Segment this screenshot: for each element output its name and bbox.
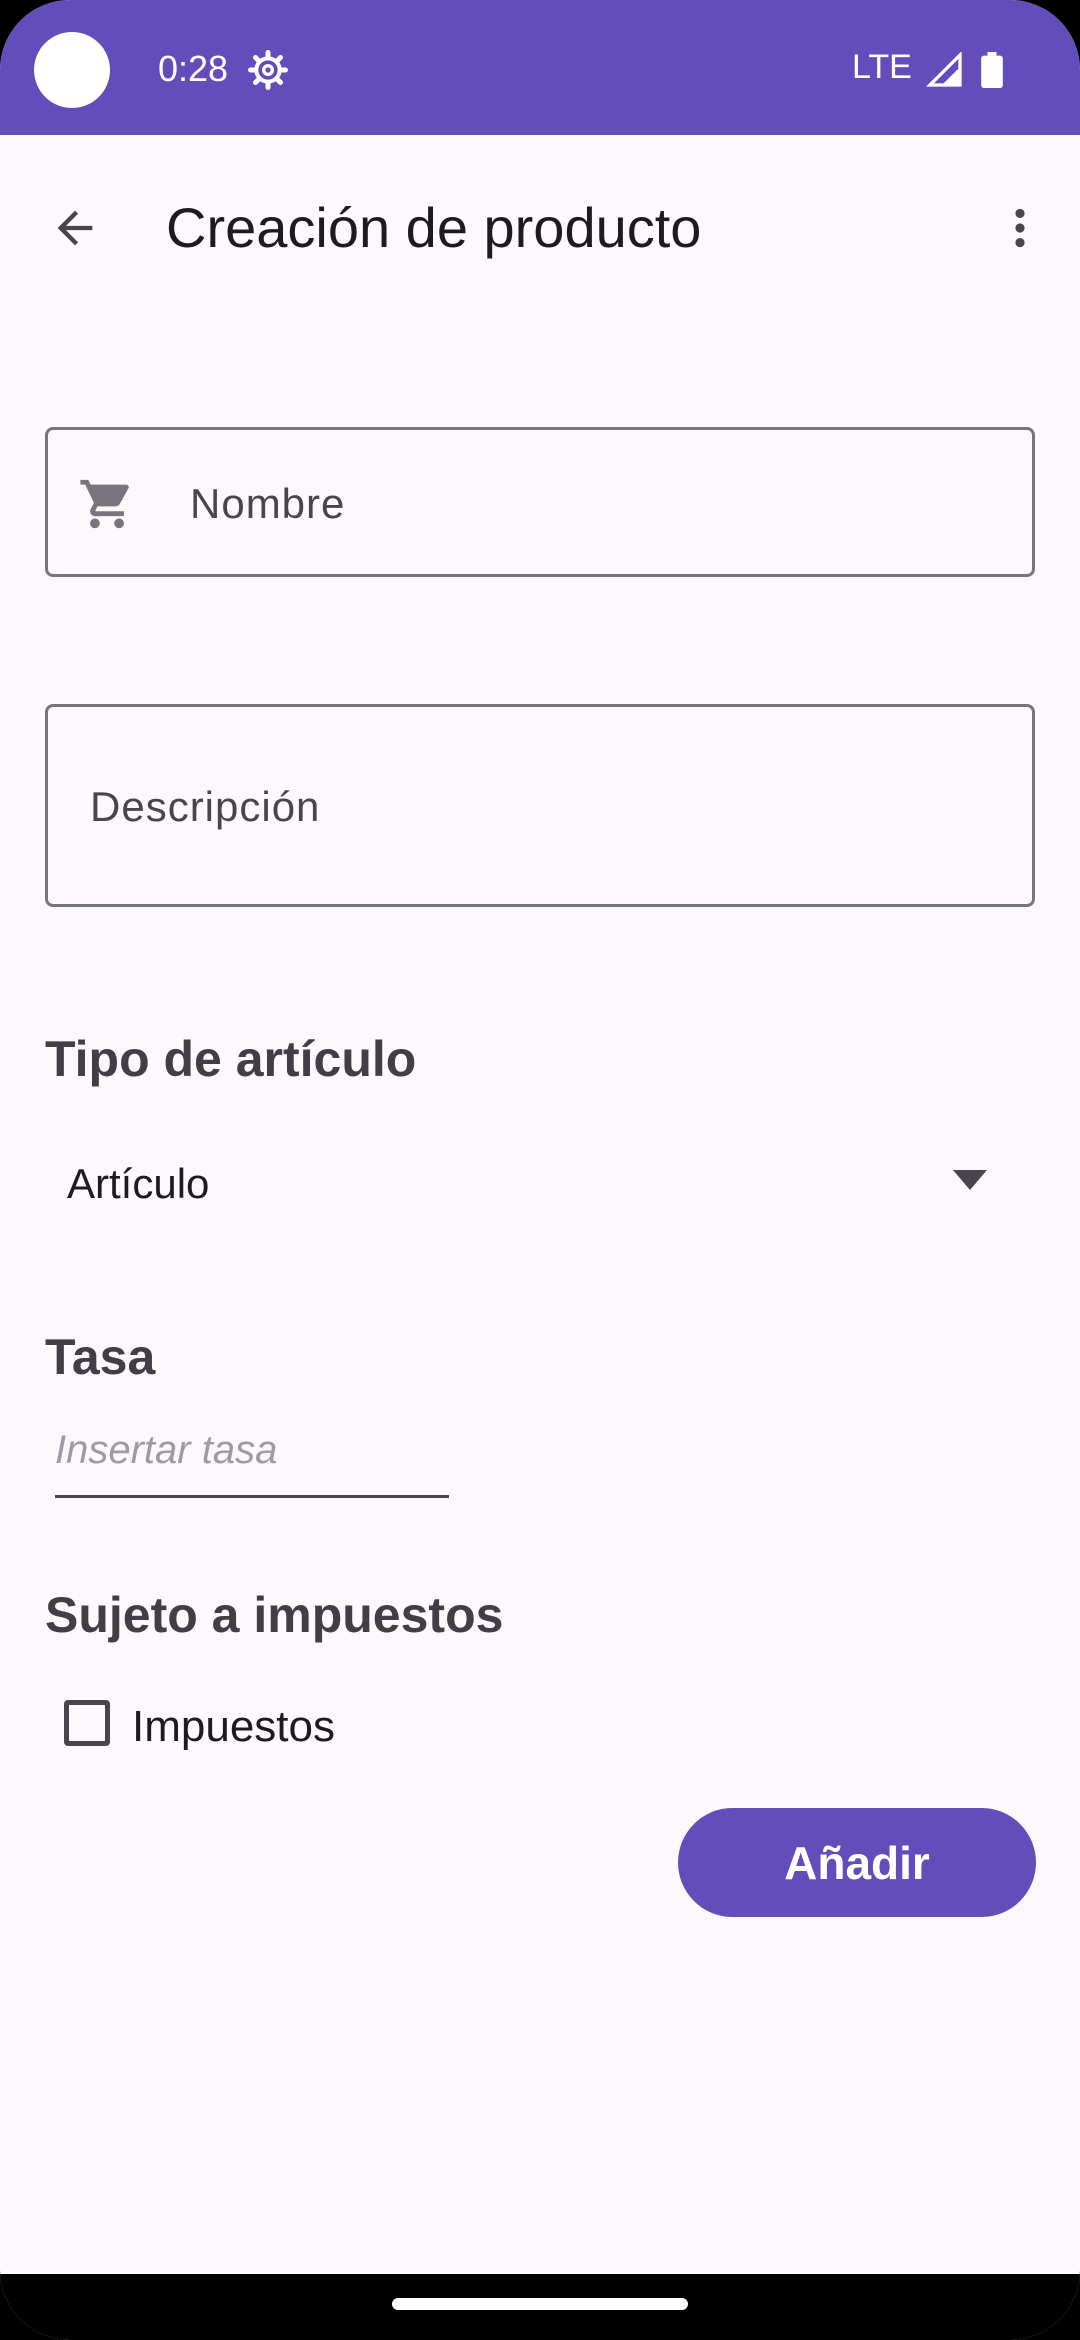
more-vert-icon [1015, 208, 1025, 248]
arrow-back-icon [57, 210, 93, 246]
more-options-button[interactable] [990, 193, 1050, 263]
battery-icon [981, 52, 1003, 88]
taxes-checkbox-label: Impuestos [132, 1702, 335, 1751]
item-type-selected: Artículo [67, 1160, 210, 1207]
screen: 0:28 LTE Creación de producto Nombre Des… [0, 0, 1080, 2340]
name-placeholder: Nombre [190, 480, 346, 527]
rate-label: Tasa [45, 1329, 156, 1385]
rate-input[interactable]: Insertar tasa [55, 1420, 449, 1498]
item-type-label: Tipo de artículo [45, 1031, 417, 1087]
cart-icon [80, 479, 129, 529]
taxable-label: Sujeto a impuestos [45, 1587, 504, 1643]
navigation-bar [0, 2274, 1080, 2340]
dropdown-arrow-icon [953, 1170, 987, 1190]
name-field[interactable]: Nombre [45, 427, 1035, 577]
camera-cutout [34, 32, 110, 108]
status-time: 0:28 [158, 48, 229, 89]
back-button[interactable] [40, 193, 110, 263]
item-type-dropdown[interactable]: Artículo [45, 1140, 1035, 1220]
taxes-checkbox-row[interactable]: Impuestos [60, 1696, 460, 1756]
signal-icon [926, 52, 962, 87]
gear-icon [248, 50, 288, 90]
add-button[interactable]: Añadir [678, 1808, 1036, 1917]
description-placeholder: Descripción [90, 783, 321, 830]
network-type: LTE [852, 48, 912, 86]
description-field[interactable]: Descripción [45, 704, 1035, 907]
home-handle[interactable] [392, 2298, 688, 2310]
rate-placeholder: Insertar tasa [55, 1428, 278, 1472]
taxes-checkbox[interactable] [64, 1700, 110, 1746]
status-bar: 0:28 LTE [0, 0, 1080, 135]
top-app-bar: Creación de producto [0, 135, 1080, 315]
page-title: Creación de producto [166, 196, 702, 259]
